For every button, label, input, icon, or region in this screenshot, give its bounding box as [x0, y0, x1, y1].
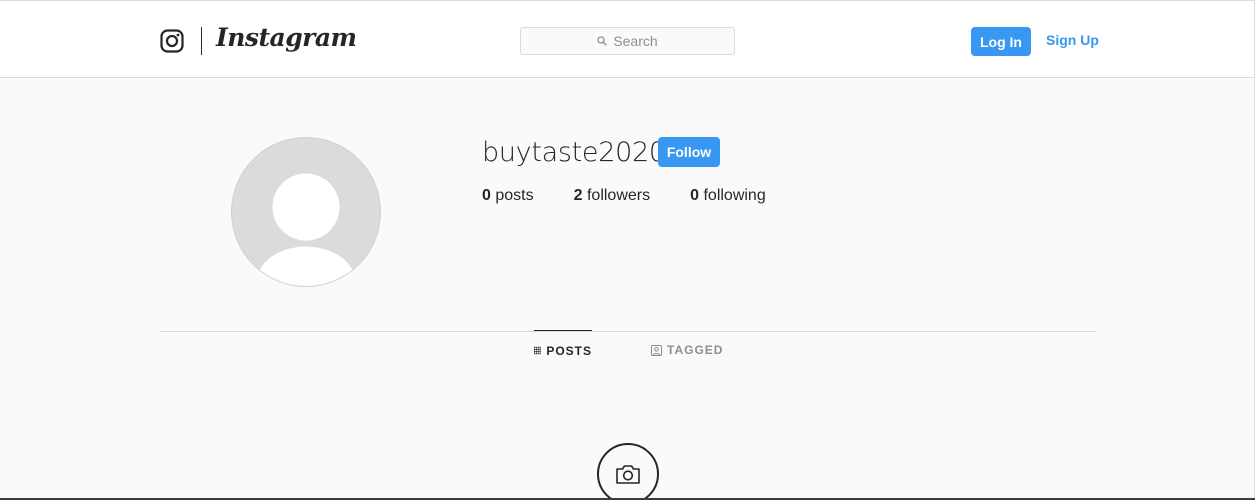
- instagram-wordmark-logo[interactable]: Instagram: [216, 23, 357, 52]
- profile-username: buytaste2020: [482, 137, 666, 168]
- search-icon: [597, 36, 608, 46]
- stat-label: following: [703, 187, 766, 204]
- tab-label: TAGGED: [667, 343, 724, 357]
- default-avatar-icon: [232, 138, 380, 286]
- stat-value: 2: [573, 187, 583, 204]
- profile-page: Instagram Search Log In Sign Up buytaste…: [0, 0, 1255, 500]
- profile-stats: 0 posts 2 followers 0 following: [482, 187, 806, 205]
- profile-avatar: [231, 137, 381, 287]
- posts-count: 0 posts: [482, 187, 534, 205]
- stat-label: followers: [586, 187, 651, 204]
- sign-up-link[interactable]: Sign Up: [1046, 32, 1099, 48]
- camera-icon: [616, 464, 640, 484]
- tab-divider: [160, 331, 1096, 332]
- tab-label: POSTS: [546, 343, 592, 358]
- stat-label: posts: [495, 187, 534, 204]
- follow-button[interactable]: Follow: [658, 137, 720, 167]
- top-navigation-bar: Instagram Search Log In Sign Up: [0, 1, 1254, 78]
- stat-value: 0: [690, 187, 700, 204]
- tab-tagged[interactable]: TAGGED: [651, 330, 723, 370]
- empty-posts-camera: [597, 443, 659, 500]
- search-input[interactable]: Search: [520, 27, 735, 55]
- logo-divider: [201, 27, 202, 55]
- tagged-icon: [651, 344, 662, 356]
- grid-icon: [534, 346, 542, 355]
- instagram-glyph-icon[interactable]: [160, 29, 184, 53]
- search-placeholder: Search: [613, 33, 658, 49]
- tab-posts[interactable]: POSTS: [534, 330, 592, 370]
- followers-count[interactable]: 2 followers: [574, 187, 651, 205]
- log-in-button[interactable]: Log In: [971, 27, 1031, 56]
- stat-value: 0: [482, 187, 491, 204]
- following-count[interactable]: 0 following: [690, 187, 766, 205]
